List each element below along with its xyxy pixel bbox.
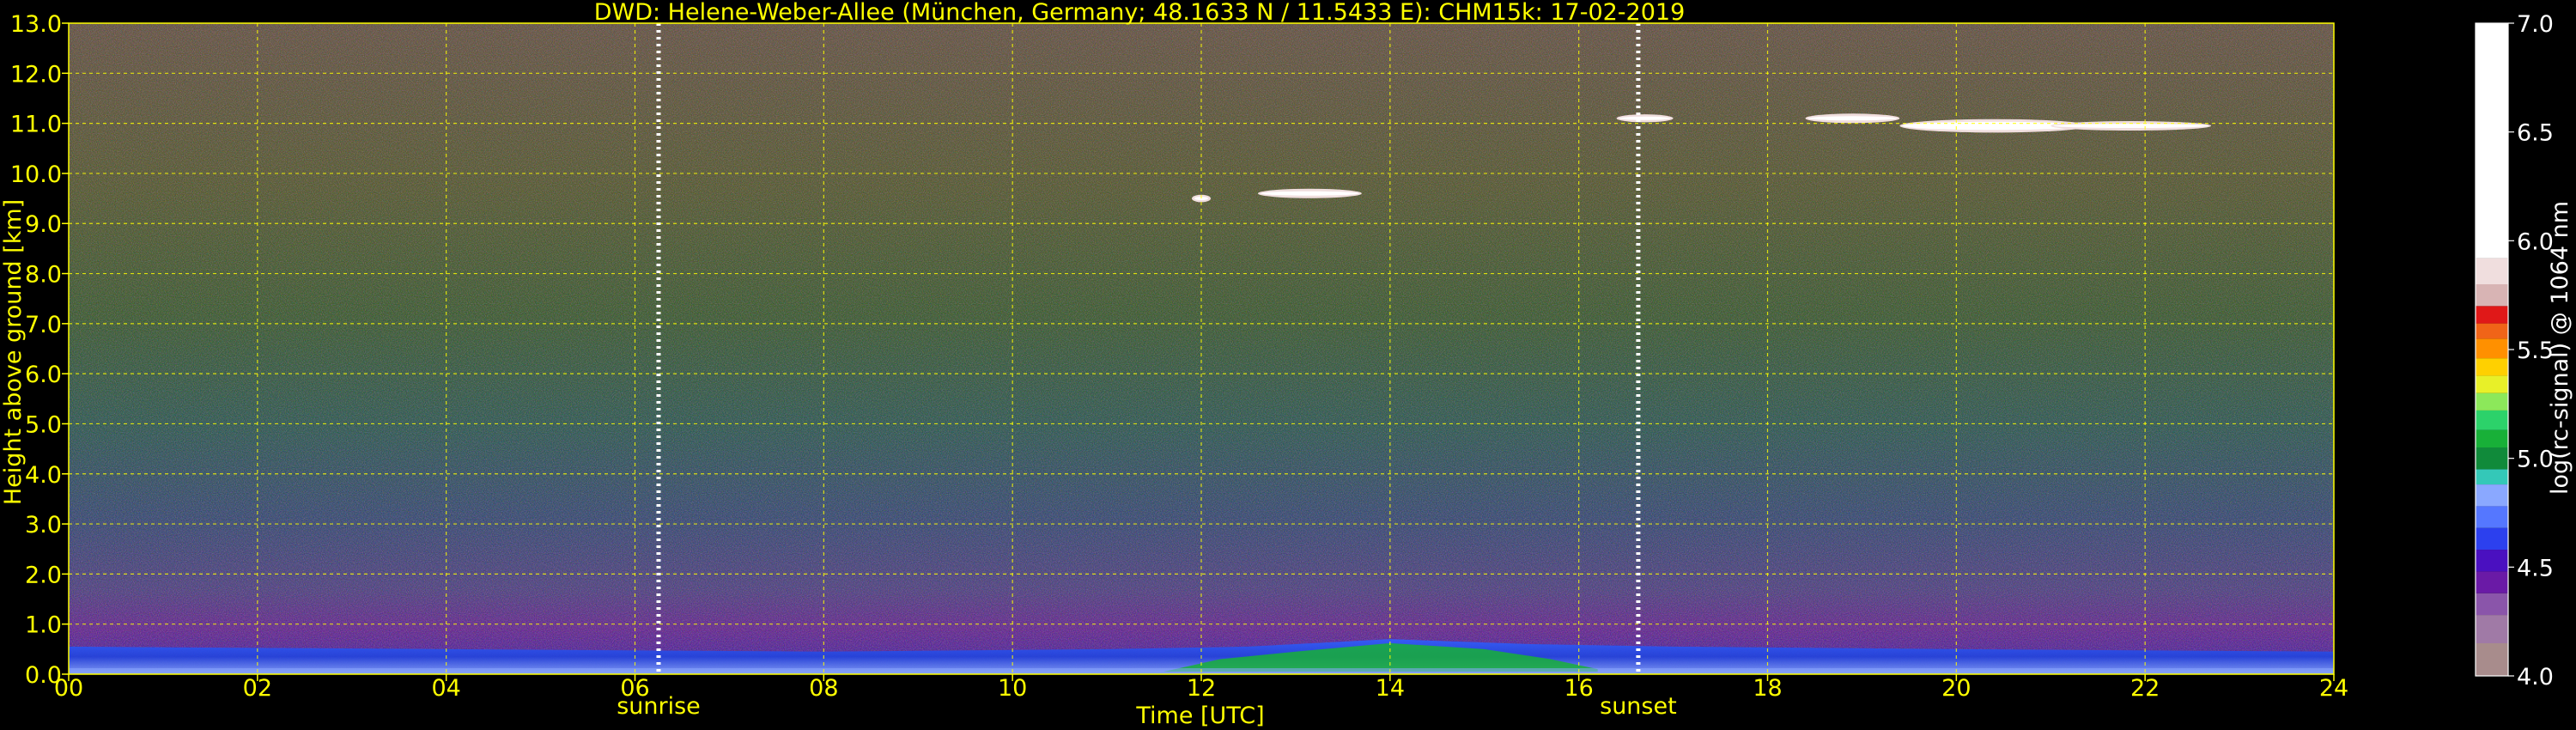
cloud-layer-core <box>1807 116 1898 121</box>
colorbar-tick-label: 4.0 <box>2517 664 2554 690</box>
x-tick-label: 18 <box>1753 675 1782 702</box>
y-tick-label: 6.0 <box>25 362 62 388</box>
colorbar-tick-label: 4.5 <box>2517 555 2554 581</box>
y-tick-label: 13.0 <box>10 11 62 38</box>
colorbar-band <box>2476 469 2508 485</box>
y-tick-label: 1.0 <box>25 612 62 639</box>
x-tick-label: 04 <box>431 675 460 702</box>
colorbar-band <box>2476 23 2508 259</box>
colorbar-band <box>2476 615 2508 643</box>
colorbar-band <box>2476 323 2508 339</box>
colorbar-band <box>2476 429 2508 447</box>
colorbar-tick-label: 6.5 <box>2517 120 2554 147</box>
x-tick-label: 02 <box>243 675 272 702</box>
x-axis-ticks: 00 02 04 06 08 10 12 14 16 18 20 22 24 <box>54 674 2348 702</box>
colorbar-band <box>2476 258 2508 284</box>
y-tick-label: 4.0 <box>25 462 62 489</box>
colorbar-band <box>2476 447 2508 470</box>
colorbar-band <box>2476 358 2508 376</box>
y-tick-label: 3.0 <box>25 512 62 538</box>
x-axis-label: Time [UTC] <box>1135 703 1264 729</box>
colorbar-band <box>2476 306 2508 324</box>
y-tick-label: 11.0 <box>10 112 62 138</box>
colorbar-band <box>2476 593 2508 616</box>
colorbar-band <box>2476 550 2508 572</box>
sun-marker-label: sunset <box>1600 693 1677 720</box>
ceilometer-chart: sunrise sunset 0.01.02.03.04.05.06.07.08.… <box>0 0 2573 729</box>
x-tick-label: 24 <box>2319 675 2348 702</box>
x-tick-label: 14 <box>1376 675 1405 702</box>
y-axis-label: Height above ground [km] <box>0 199 27 505</box>
chart-title: DWD: Helene-Weber-Allee (München, German… <box>594 0 1686 26</box>
colorbar-band <box>2476 527 2508 551</box>
colorbar-band <box>2476 571 2508 593</box>
x-tick-label: 00 <box>54 675 83 702</box>
y-tick-label: 7.0 <box>25 312 62 338</box>
colorbar-band <box>2476 410 2508 430</box>
colorbar-band <box>2476 643 2508 676</box>
colorbar: 4.04.55.05.56.06.57.0 <box>2475 11 2554 690</box>
colorbar-band <box>2476 506 2508 528</box>
y-tick-label: 9.0 <box>25 211 62 238</box>
colorbar-tick-label: 7.0 <box>2517 11 2554 38</box>
x-tick-label: 20 <box>1941 675 1971 702</box>
colorbar-label: log(rc-signal) @ 1064 nm <box>2547 201 2573 495</box>
y-tick-label: 5.0 <box>25 411 62 438</box>
colorbar-band <box>2476 392 2508 411</box>
y-tick-label: 2.0 <box>25 562 62 588</box>
cloud-layer-core <box>1260 191 1359 196</box>
x-tick-label: 08 <box>809 675 838 702</box>
cloud-layer-core <box>1619 116 1671 120</box>
colorbar-band <box>2476 284 2508 307</box>
x-tick-label: 22 <box>2130 675 2160 702</box>
y-tick-label: 10.0 <box>10 161 62 188</box>
colorbar-band <box>2476 375 2508 393</box>
y-tick-label: 8.0 <box>25 262 62 289</box>
x-tick-label: 12 <box>1187 675 1216 702</box>
x-tick-label: 10 <box>998 675 1027 702</box>
colorbar-band <box>2476 484 2508 507</box>
x-tick-label: 16 <box>1564 675 1593 702</box>
cloud-layer-core <box>2053 124 2209 129</box>
colorbar-band <box>2476 338 2508 359</box>
x-tick-label: 06 <box>620 675 649 702</box>
y-tick-label: 12.0 <box>10 61 62 88</box>
